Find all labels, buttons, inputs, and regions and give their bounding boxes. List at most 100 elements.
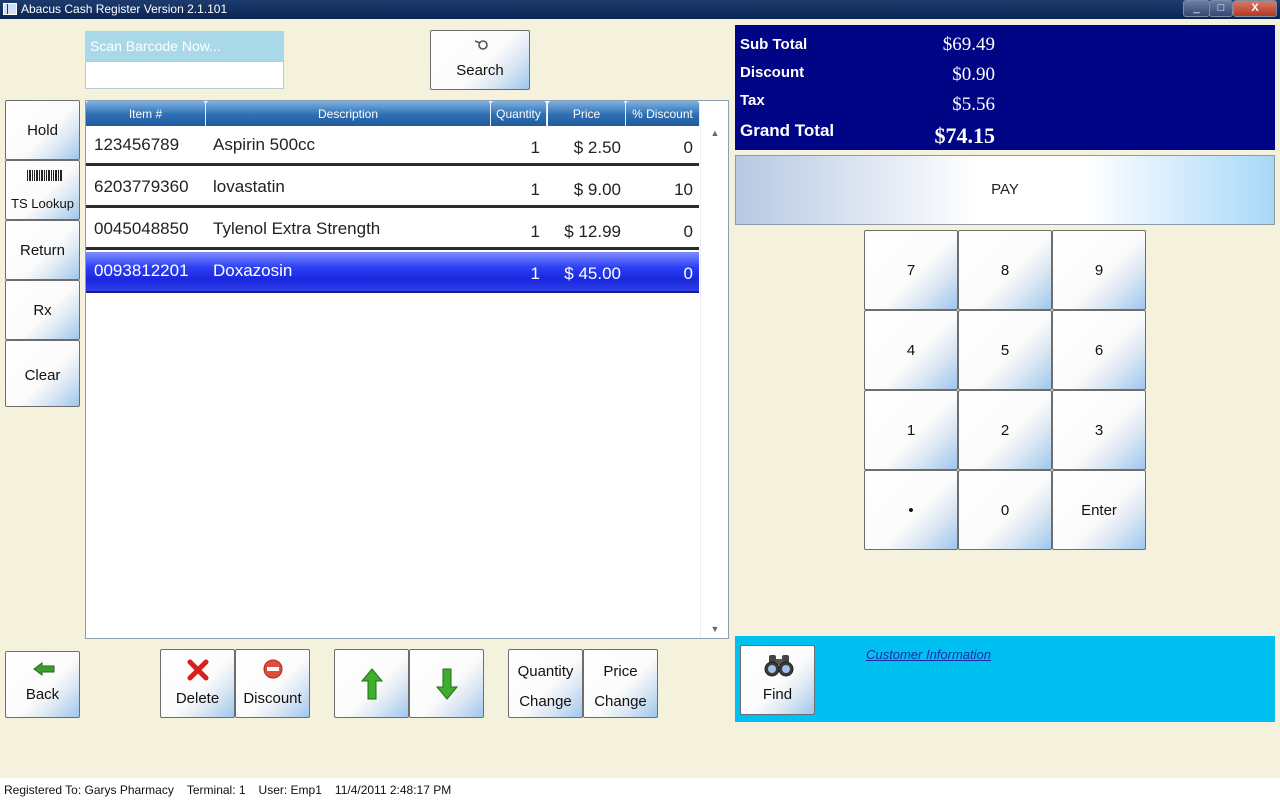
- quantity-change-label-1: Quantity: [517, 663, 574, 680]
- find-button[interactable]: Find: [740, 645, 815, 715]
- rx-button[interactable]: Rx: [5, 280, 80, 340]
- cell-description: Tylenol Extra Strength: [213, 219, 381, 238]
- key-7[interactable]: 7: [864, 230, 958, 310]
- column-price[interactable]: Price: [548, 101, 626, 126]
- rx-label: Rx: [33, 302, 52, 319]
- cell-item: 123456789: [94, 135, 180, 154]
- key-8[interactable]: 8: [958, 230, 1052, 310]
- cell-price: $ 12.99: [564, 222, 621, 241]
- discount-value: $0.90: [952, 64, 995, 85]
- key-4[interactable]: 4: [864, 310, 958, 390]
- quantity-change-label-2: Change: [519, 693, 572, 710]
- status-registered: Registered To: Garys Pharmacy: [4, 783, 174, 797]
- move-up-button[interactable]: [334, 649, 409, 718]
- key-3[interactable]: 3: [1052, 390, 1146, 470]
- arrow-up-icon: [361, 668, 383, 700]
- quantity-change-button[interactable]: Quantity Change: [508, 649, 583, 718]
- scan-barcode-label: Scan Barcode Now...: [85, 31, 284, 61]
- maximize-button[interactable]: □: [1209, 0, 1233, 17]
- table-row[interactable]: 123456789 Aspirin 500cc 1 $ 2.50 0: [86, 126, 699, 166]
- table-row[interactable]: 6203779360 lovastatin 1 $ 9.00 10: [86, 168, 699, 208]
- subtotal-value: $69.49: [942, 34, 995, 55]
- window-title: Abacus Cash Register Version 2.1.101: [21, 2, 228, 16]
- cell-description: Aspirin 500cc: [213, 135, 316, 154]
- back-button[interactable]: Back: [5, 651, 80, 718]
- cell-description: Doxazosin: [213, 261, 293, 280]
- cell-discount: 10: [674, 180, 693, 199]
- scroll-up-arrow[interactable]: ▲: [709, 128, 721, 138]
- cell-quantity: 1: [530, 138, 540, 157]
- grid-header: Item # Description Quantity Price % Disc…: [86, 101, 700, 126]
- cell-item: 6203779360: [94, 177, 189, 196]
- discount-label: Discount: [243, 690, 302, 707]
- key-enter[interactable]: Enter: [1052, 470, 1146, 550]
- items-grid[interactable]: Item # Description Quantity Price % Disc…: [85, 100, 729, 639]
- key-0[interactable]: 0: [958, 470, 1052, 550]
- key-5[interactable]: 5: [958, 310, 1052, 390]
- column-description[interactable]: Description: [206, 101, 491, 126]
- search-label: Search: [456, 62, 504, 79]
- binoculars-icon: [764, 653, 794, 679]
- totals-panel: Sub Total $69.49 Discount $0.90 Tax $5.5…: [735, 25, 1275, 150]
- hold-label: Hold: [27, 122, 58, 139]
- table-row-selected[interactable]: 0093812201 Doxazosin 1 $ 45.00 0: [86, 252, 699, 293]
- pay-button[interactable]: PAY: [735, 155, 1275, 225]
- customer-panel: Find Customer Information: [735, 636, 1275, 722]
- table-row[interactable]: 0045048850 Tylenol Extra Strength 1 $ 12…: [86, 210, 699, 250]
- close-button[interactable]: X: [1233, 0, 1277, 17]
- hold-button[interactable]: Hold: [5, 100, 80, 160]
- status-terminal: Terminal: 1: [186, 783, 246, 797]
- grand-total-value: $74.15: [934, 123, 996, 148]
- find-label: Find: [762, 686, 793, 703]
- clear-button[interactable]: Clear: [5, 340, 80, 407]
- search-button[interactable]: Search: [430, 30, 530, 90]
- tax-label: Tax: [740, 92, 765, 109]
- arrow-down-icon: [436, 668, 458, 700]
- delete-button[interactable]: Delete: [160, 649, 235, 718]
- return-label: Return: [19, 242, 66, 259]
- cell-price: $ 45.00: [564, 264, 621, 283]
- move-down-button[interactable]: [409, 649, 484, 718]
- cell-item: 0045048850: [94, 219, 189, 238]
- cell-discount: 0: [683, 222, 693, 241]
- cell-discount: 0: [683, 138, 693, 157]
- barcode-input[interactable]: [85, 61, 284, 89]
- key-decimal[interactable]: •: [864, 470, 958, 550]
- app-icon: [3, 3, 17, 15]
- key-2[interactable]: 2: [958, 390, 1052, 470]
- key-9[interactable]: 9: [1052, 230, 1146, 310]
- discount-button[interactable]: Discount: [235, 649, 310, 718]
- grand-total-label: Grand Total: [740, 121, 835, 140]
- back-arrow-icon: [33, 662, 55, 676]
- grid-scrollbar[interactable]: ▲ ▼: [700, 126, 728, 638]
- column-discount[interactable]: % Discount: [626, 101, 700, 126]
- cell-discount: 0: [683, 264, 693, 283]
- cell-quantity: 1: [530, 222, 540, 241]
- column-quantity[interactable]: Quantity: [491, 101, 547, 126]
- ts-lookup-button[interactable]: TS Lookup: [5, 160, 80, 220]
- delete-label: Delete: [175, 690, 220, 707]
- scroll-down-arrow[interactable]: ▼: [709, 624, 721, 634]
- price-change-button[interactable]: Price Change: [583, 649, 658, 718]
- title-bar: Abacus Cash Register Version 2.1.101 _ □…: [0, 0, 1280, 19]
- no-entry-icon: [263, 659, 283, 679]
- subtotal-label: Sub Total: [740, 36, 808, 53]
- status-user: User: Emp1: [258, 783, 322, 797]
- price-change-label-2: Change: [594, 693, 647, 710]
- minimize-button[interactable]: _: [1183, 0, 1210, 17]
- search-icon: [472, 39, 490, 53]
- cell-item: 0093812201: [94, 261, 189, 280]
- cell-quantity: 1: [530, 180, 540, 199]
- key-6[interactable]: 6: [1052, 310, 1146, 390]
- column-item-number[interactable]: Item #: [86, 101, 206, 126]
- status-datetime: 11/4/2011 2:48:17 PM: [334, 783, 452, 797]
- key-1[interactable]: 1: [864, 390, 958, 470]
- cell-description: lovastatin: [213, 177, 285, 196]
- status-bar: Registered To: Garys Pharmacy Terminal: 1…: [0, 778, 1280, 800]
- delete-x-icon: [187, 659, 209, 681]
- customer-information-link[interactable]: Customer Information: [866, 647, 991, 662]
- barcode-icon: [25, 169, 65, 185]
- return-button[interactable]: Return: [5, 220, 80, 280]
- back-label: Back: [25, 686, 60, 703]
- cell-quantity: 1: [530, 264, 540, 283]
